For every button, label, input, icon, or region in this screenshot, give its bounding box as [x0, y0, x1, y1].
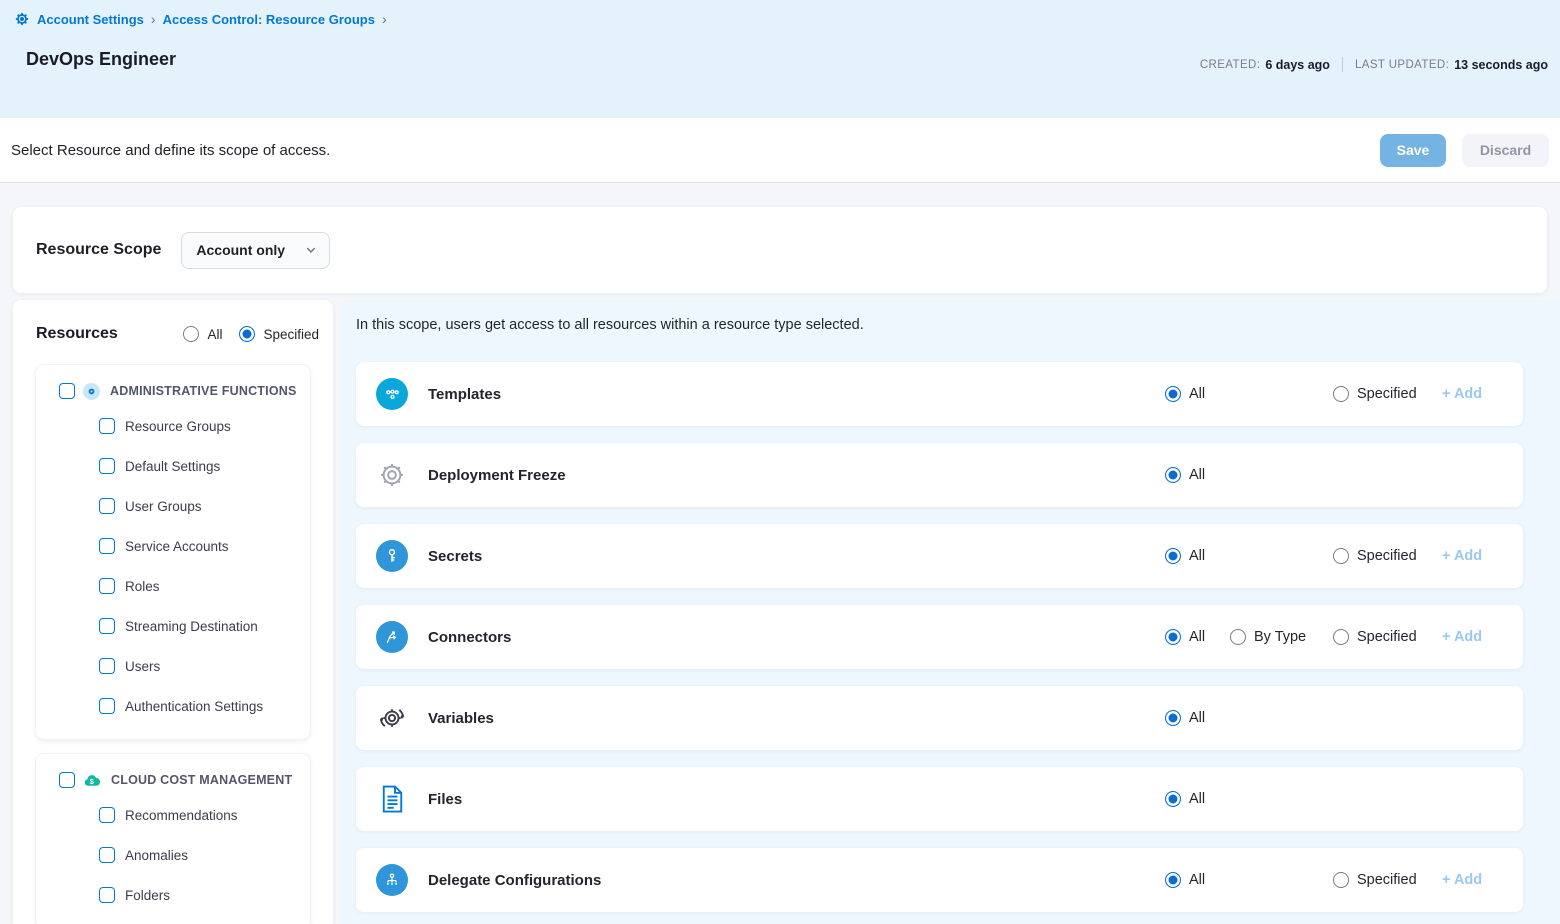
resource-scope-select[interactable]: Account only [181, 232, 330, 269]
group-administrative-functions: ADMINISTRATIVE FUNCTIONS Resource Groups… [36, 365, 310, 739]
breadcrumb-separator: › [151, 11, 156, 27]
list-item: Anomalies [36, 835, 310, 875]
resource-row-variables: Variables All [356, 686, 1523, 750]
resource-row-templates: Templates All Specified + Add [356, 362, 1523, 426]
connectors-icon [376, 621, 408, 653]
item-checkbox[interactable] [99, 618, 115, 634]
header-meta: CREATED: 6 days ago LAST UPDATED: 13 sec… [1200, 57, 1548, 72]
breadcrumb-account-settings[interactable]: Account Settings [37, 12, 144, 27]
save-button[interactable]: Save [1380, 134, 1446, 167]
resource-row-delegate-configurations: Delegate Configurations All Specified + … [356, 848, 1523, 912]
option-all[interactable]: All [1165, 710, 1205, 726]
gear-icon [14, 11, 30, 27]
add-button[interactable]: + Add [1442, 386, 1482, 402]
group-checkbox[interactable] [59, 772, 75, 788]
list-item: Users [36, 646, 310, 686]
option-all[interactable]: All [1165, 872, 1205, 888]
resource-row-files: Files All [356, 767, 1523, 831]
meta-divider [1342, 57, 1343, 72]
option-specified[interactable]: Specified [1333, 872, 1417, 888]
cloud-cost-icon: $ [83, 773, 101, 788]
created-value: 6 days ago [1265, 58, 1330, 72]
option-all[interactable]: All [1165, 791, 1205, 807]
resource-scope-value: Account only [196, 242, 285, 258]
delegate-configurations-icon [376, 864, 408, 896]
option-specified[interactable]: Specified [1333, 386, 1417, 402]
list-item: Service Accounts [36, 526, 310, 566]
resource-types-panel: In this scope, users get access to all r… [341, 300, 1560, 924]
scope-description: In this scope, users get access to all r… [356, 317, 1560, 333]
resources-filter-specified[interactable]: Specified [239, 326, 319, 342]
radio-icon[interactable] [183, 326, 199, 342]
list-item: Recommendations [36, 795, 310, 835]
resource-row-connectors: Connectors All By Type Specified + Add [356, 605, 1523, 669]
templates-icon [376, 378, 408, 410]
item-checkbox[interactable] [99, 847, 115, 863]
page-header: Account Settings › Access Control: Resou… [0, 0, 1560, 117]
list-item: Roles [36, 566, 310, 606]
item-checkbox[interactable] [99, 887, 115, 903]
list-item: Authentication Settings [36, 686, 310, 726]
discard-button[interactable]: Discard [1462, 134, 1549, 167]
item-checkbox[interactable] [99, 698, 115, 714]
resource-scope-card: Resource Scope Account only [13, 207, 1547, 293]
breadcrumb-separator: › [382, 11, 387, 27]
option-all[interactable]: All [1165, 467, 1205, 483]
option-all[interactable]: All [1165, 548, 1205, 564]
page-title: DevOps Engineer [26, 49, 176, 70]
radio-icon[interactable] [239, 326, 255, 342]
resources-title: Resources [36, 325, 118, 343]
toolbar: Select Resource and define its scope of … [0, 117, 1560, 183]
secrets-icon [376, 540, 408, 572]
item-checkbox[interactable] [99, 658, 115, 674]
option-all[interactable]: All [1165, 629, 1205, 645]
option-specified[interactable]: Specified [1333, 629, 1417, 645]
resource-scope-label: Resource Scope [36, 241, 161, 259]
group-checkbox[interactable] [59, 383, 75, 399]
item-checkbox[interactable] [99, 498, 115, 514]
item-checkbox[interactable] [99, 807, 115, 823]
list-item: Resource Groups [36, 406, 310, 446]
option-all[interactable]: All [1165, 386, 1205, 402]
variables-icon [376, 702, 408, 734]
resources-filter-all[interactable]: All [183, 326, 222, 342]
add-button[interactable]: + Add [1442, 872, 1482, 888]
item-checkbox[interactable] [99, 578, 115, 594]
resource-row-deployment-freeze: Deployment Freeze All [356, 443, 1523, 507]
breadcrumb: Account Settings › Access Control: Resou… [14, 11, 387, 27]
resource-row-secrets: Secrets All Specified + Add [356, 524, 1523, 588]
last-updated-value: 13 seconds ago [1454, 58, 1548, 72]
item-checkbox[interactable] [99, 458, 115, 474]
list-item: Default Settings [36, 446, 310, 486]
add-button[interactable]: + Add [1442, 548, 1482, 564]
add-button[interactable]: + Add [1442, 629, 1482, 645]
resources-sidebar: Resources All Specified ADMINISTRATIVE F… [13, 300, 333, 924]
group-cloud-cost-management: $ CLOUD COST MANAGEMENT Recommendations … [36, 754, 310, 924]
option-by-type[interactable]: By Type [1230, 629, 1306, 645]
list-item: User Groups [36, 486, 310, 526]
option-specified[interactable]: Specified [1333, 548, 1417, 564]
deployment-freeze-icon [376, 459, 408, 491]
last-updated-label: LAST UPDATED: [1355, 59, 1449, 71]
item-checkbox[interactable] [99, 538, 115, 554]
toolbar-description: Select Resource and define its scope of … [11, 142, 330, 159]
files-icon [376, 783, 408, 815]
created-label: CREATED: [1200, 59, 1261, 71]
chevron-down-icon [305, 244, 317, 256]
list-item: Streaming Destination [36, 606, 310, 646]
item-checkbox[interactable] [99, 418, 115, 434]
breadcrumb-access-control[interactable]: Access Control: Resource Groups [163, 12, 375, 27]
admin-functions-icon [83, 383, 100, 400]
list-item: Folders [36, 875, 310, 915]
